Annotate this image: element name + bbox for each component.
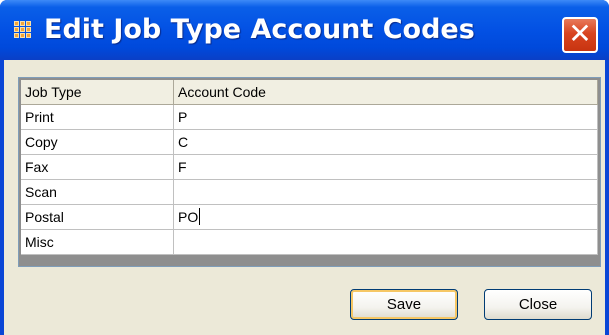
job-type-cell[interactable]: Scan	[21, 180, 174, 205]
grid-header-row: Job Type Account Code	[21, 80, 598, 105]
close-button[interactable]: Close	[484, 289, 592, 320]
text-caret	[199, 208, 201, 225]
account-code-cell[interactable]: P	[174, 105, 598, 130]
account-code-cell[interactable]	[174, 230, 598, 255]
table-row: Fax F	[21, 155, 598, 180]
job-type-cell[interactable]: Fax	[21, 155, 174, 180]
dialog-window: Edit Job Type Account Codes ✕ Job Type A…	[0, 0, 609, 335]
account-code-editor[interactable]: PO	[174, 205, 598, 230]
grid-app-icon	[14, 21, 32, 39]
table-row: Postal PO	[21, 205, 598, 230]
job-type-cell[interactable]: Copy	[21, 130, 174, 155]
table-row: Scan	[21, 180, 598, 205]
job-type-cell[interactable]: Postal	[21, 205, 174, 230]
account-code-cell[interactable]: F	[174, 155, 598, 180]
save-button[interactable]: Save	[350, 289, 458, 320]
table-row: Misc	[21, 230, 598, 255]
table-row: Copy C	[21, 130, 598, 155]
column-header-account-code[interactable]: Account Code	[174, 80, 598, 105]
account-code-value: PO	[178, 209, 199, 225]
job-type-cell[interactable]: Misc	[21, 230, 174, 255]
account-codes-grid[interactable]: Job Type Account Code Print P Copy C Fax…	[18, 77, 601, 267]
table-row: Print P	[21, 105, 598, 130]
title-bar[interactable]: Edit Job Type Account Codes ✕	[0, 0, 609, 60]
column-header-job-type[interactable]: Job Type	[21, 80, 174, 105]
account-code-cell[interactable]: C	[174, 130, 598, 155]
job-type-cell[interactable]: Print	[21, 105, 174, 130]
account-code-cell[interactable]	[174, 180, 598, 205]
close-window-button[interactable]: ✕	[562, 17, 598, 53]
window-title: Edit Job Type Account Codes	[44, 14, 475, 45]
close-icon: ✕	[568, 17, 592, 50]
dialog-body: Job Type Account Code Print P Copy C Fax…	[4, 60, 605, 335]
